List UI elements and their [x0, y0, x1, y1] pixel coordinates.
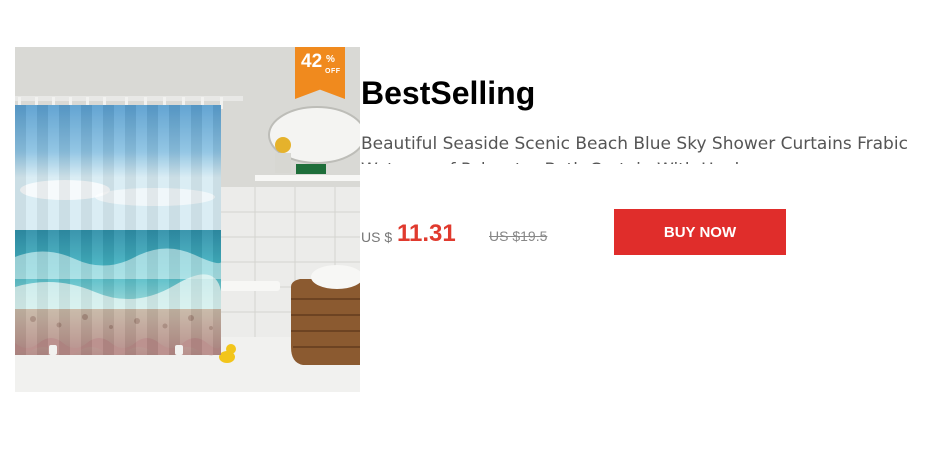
currency-label: US $	[361, 229, 393, 245]
original-price: US $19.5	[489, 228, 548, 244]
discount-percent: 42	[301, 51, 323, 72]
discount-percent-sign: %	[326, 54, 335, 65]
product-name[interactable]: Beautiful Seaside Scenic Beach Blue Sky …	[361, 131, 921, 164]
section-title: BestSelling	[361, 75, 536, 111]
current-price: 11.31	[397, 220, 456, 247]
product-image[interactable]	[15, 47, 360, 392]
buy-now-button[interactable]: BUY NOW	[614, 209, 786, 255]
discount-off-label: OFF	[325, 68, 341, 75]
